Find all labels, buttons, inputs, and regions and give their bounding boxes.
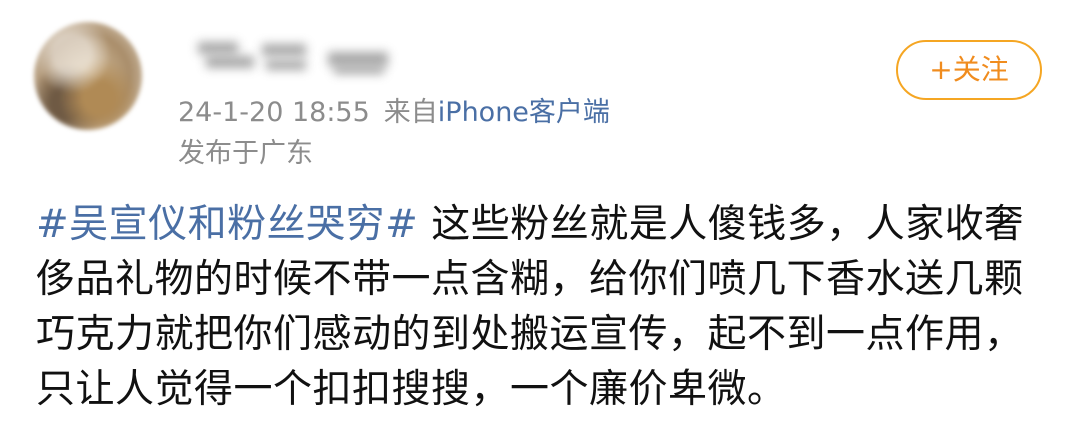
post-body: #吴宣仪和粉丝哭穷# 这些粉丝就是人傻钱多，人家收奢侈品礼物的时候不带一点含糊，… [36, 197, 1046, 417]
source-prefix: 来自 [383, 97, 438, 128]
post-location: 发布于广东 [178, 137, 313, 171]
post-meta: 24-1-20 18:55 来自iPhone客户端 [178, 96, 610, 130]
client-link[interactable]: iPhone客户端 [438, 97, 610, 128]
location-value: 广东 [259, 138, 313, 169]
avatar[interactable] [34, 22, 142, 130]
post-timestamp: 24-1-20 18:55 [178, 97, 370, 128]
follow-button[interactable]: +关注 [896, 40, 1042, 100]
hashtag-link[interactable]: #吴宣仪和粉丝哭穷# [36, 202, 418, 247]
username-blurred[interactable] [178, 34, 428, 82]
location-label: 发布于 [178, 138, 259, 169]
